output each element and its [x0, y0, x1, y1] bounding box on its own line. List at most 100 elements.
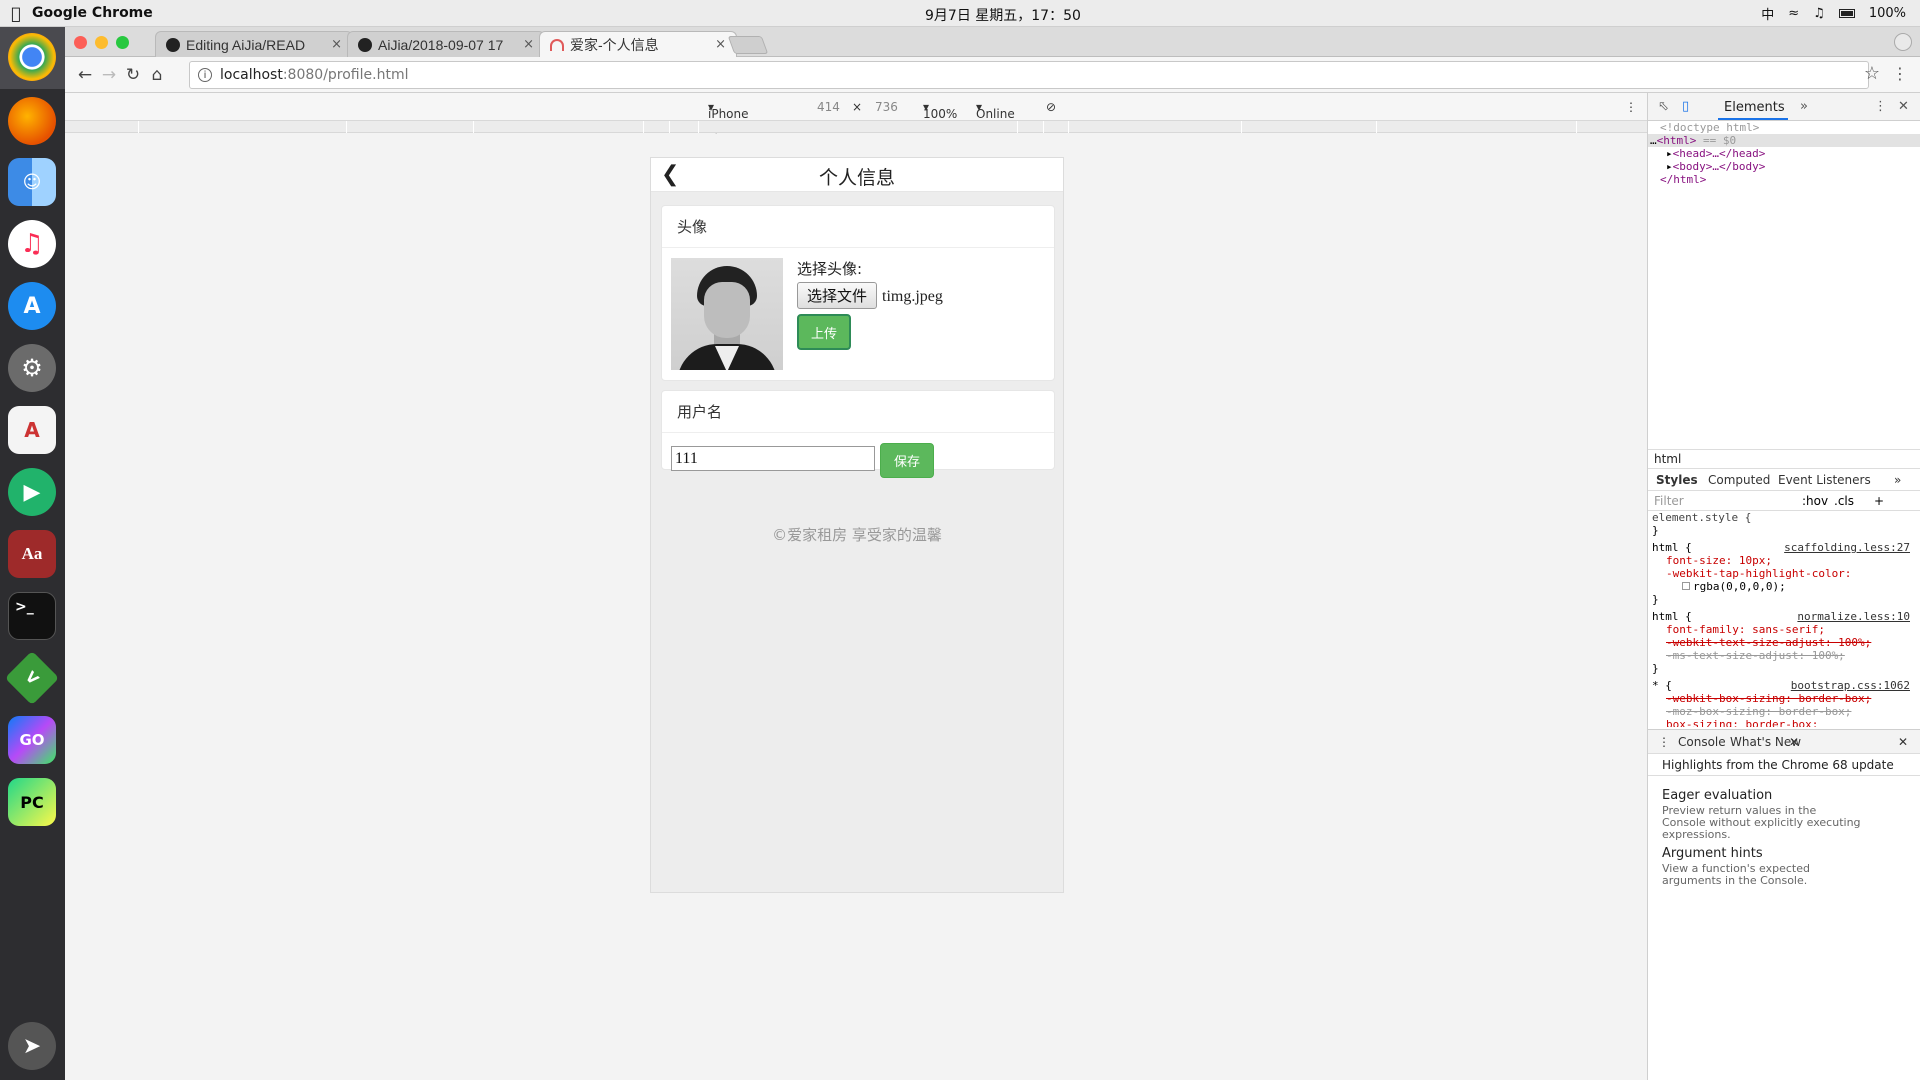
device-toggle-icon[interactable]: ▯	[1682, 99, 1689, 114]
style-prop-value[interactable]: rgba(0,0,0,0);	[1652, 580, 1910, 593]
dom-body-node[interactable]: ▸<body>…</body>	[1648, 160, 1920, 173]
rule-source-link[interactable]: bootstrap.css:1062	[1791, 679, 1910, 692]
github-icon	[358, 37, 372, 52]
tab-computed[interactable]: Computed	[1708, 473, 1770, 487]
rule-source-link[interactable]: normalize.less:10	[1797, 610, 1910, 623]
inspect-element-icon[interactable]: ⬁	[1658, 99, 1669, 114]
drawer-close-icon[interactable]: ✕	[1898, 735, 1908, 749]
device-select[interactable]: iPhone 6/7... ▾	[708, 100, 749, 135]
choose-file-button[interactable]: 选择文件	[797, 282, 877, 309]
firefox-dock-icon[interactable]	[8, 97, 56, 145]
launchpad-dock-icon[interactable]: ➤	[8, 1022, 56, 1070]
ruler-tick	[346, 121, 347, 133]
rule-html-normalize[interactable]: html {normalize.less:10	[1652, 610, 1910, 623]
menubar-clock[interactable]: 9月7日 星期五，17：50	[925, 5, 1081, 25]
style-prop[interactable]: -webkit-tap-highlight-color:	[1652, 567, 1910, 580]
avatar-card: 头像 选择头像: 选择文件 timg.jpeg 上传	[661, 205, 1055, 381]
app-store-dock-icon[interactable]: A	[8, 282, 56, 330]
dom-html-node[interactable]: …<html> == $0	[1648, 134, 1920, 147]
whats-new-close-icon[interactable]: ✕	[1789, 735, 1799, 749]
address-bar[interactable]: i localhost :8080/profile.html	[189, 61, 1869, 89]
cls-toggle[interactable]: .cls	[1834, 494, 1854, 508]
music-dock-icon[interactable]: ♫	[8, 220, 56, 268]
styles-filter-input[interactable]: Filter	[1654, 494, 1684, 508]
new-tab-button[interactable]	[727, 36, 769, 54]
element-style-rule[interactable]: element.style {	[1652, 511, 1910, 524]
rotate-icon[interactable]: ⊘	[1046, 100, 1056, 114]
back-arrow-icon[interactable]: ←	[73, 63, 97, 87]
vim-dock-icon[interactable]: V	[4, 650, 60, 706]
forward-arrow-icon[interactable]: →	[97, 63, 121, 87]
rule-source-link[interactable]: scaffolding.less:27	[1784, 541, 1910, 554]
style-prop[interactable]: font-size: 10px;	[1652, 554, 1910, 567]
input-method-indicator[interactable]: 中	[1761, 4, 1774, 23]
dictionary-dock-icon[interactable]: Aa	[8, 530, 56, 578]
tab-close-icon[interactable]: ×	[331, 37, 342, 52]
new-rule-icon[interactable]: +	[1874, 494, 1884, 508]
tab-elements[interactable]: Elements	[1724, 100, 1785, 115]
device-height[interactable]: 736	[875, 100, 898, 114]
hov-toggle[interactable]: :hov	[1802, 494, 1828, 508]
dom-doctype[interactable]: <!doctype html>	[1648, 121, 1920, 134]
tab-profile-page[interactable]: 爱家-个人信息 ×	[539, 31, 737, 57]
style-prop-overridden[interactable]: -moz-box-sizing: border-box;	[1652, 705, 1910, 718]
more-panels-icon[interactable]: »	[1800, 99, 1808, 114]
tab-styles[interactable]: Styles	[1656, 473, 1698, 487]
drawer-menu-icon[interactable]: ⋮	[1658, 735, 1670, 749]
tab-editing-readme[interactable]: Editing AiJia/READ ×	[155, 31, 353, 57]
site-info-icon[interactable]: i	[198, 68, 212, 82]
upload-button[interactable]: 上传	[797, 314, 851, 350]
tab-close-icon[interactable]: ×	[523, 37, 534, 52]
infuse-dock-icon[interactable]: ▶	[8, 468, 56, 516]
dom-html-close[interactable]: </html>	[1648, 173, 1920, 186]
home-icon[interactable]: ⌂	[145, 63, 169, 87]
dom-head-node[interactable]: ▸<head>…</head>	[1648, 147, 1920, 160]
tab-close-icon[interactable]: ×	[715, 37, 726, 52]
chrome-dock-icon[interactable]	[8, 33, 56, 81]
volume-icon[interactable]: ♫	[1813, 6, 1825, 21]
zoom-select[interactable]: 100% ▾	[923, 100, 957, 121]
textedit-dock-icon[interactable]: A	[8, 406, 56, 454]
url-path: :8080/profile.html	[282, 67, 409, 83]
system-preferences-dock-icon[interactable]: ⚙	[8, 344, 56, 392]
feature-eager-evaluation[interactable]: Eager evaluation Preview return values i…	[1662, 788, 1862, 841]
reload-icon[interactable]: ↻	[121, 63, 145, 87]
media-query-ruler[interactable]	[65, 121, 1647, 133]
aijia-favicon-icon	[550, 38, 564, 51]
window-zoom-button[interactable]	[116, 36, 129, 49]
profile-icon[interactable]	[1894, 33, 1912, 51]
terminal-dock-icon[interactable]: >_	[8, 592, 56, 640]
window-close-button[interactable]	[74, 36, 87, 49]
pycharm-dock-icon[interactable]: PC	[8, 778, 56, 826]
network-throttle-select[interactable]: Online ▾	[976, 100, 1015, 121]
device-toolbar-menu-icon[interactable]: ⋮	[1625, 100, 1637, 114]
tab-aijia-commit[interactable]: AiJia/2018-09-07 17 ×	[347, 31, 545, 57]
style-prop[interactable]: font-family: sans-serif;	[1652, 623, 1910, 636]
style-prop-overridden[interactable]: -webkit-box-sizing: border-box;	[1652, 692, 1910, 705]
battery-icon[interactable]	[1838, 9, 1855, 18]
username-input[interactable]: 111	[671, 446, 875, 471]
color-swatch-icon[interactable]	[1682, 582, 1690, 590]
device-width[interactable]: 414	[817, 100, 840, 114]
apple-icon[interactable]: 	[0, 4, 32, 23]
more-subtabs-icon[interactable]: »	[1894, 473, 1901, 487]
style-prop-overridden[interactable]: -webkit-text-size-adjust: 100%;	[1652, 636, 1910, 649]
chrome-menu-icon[interactable]: ⋮	[1892, 64, 1908, 83]
finder-dock-icon[interactable]: ☺	[8, 158, 56, 206]
tab-event-listeners[interactable]: Event Listeners	[1778, 473, 1871, 487]
bookmark-star-icon[interactable]: ☆	[1864, 63, 1880, 84]
tab-console[interactable]: Console	[1678, 735, 1726, 749]
wifi-icon[interactable]: ≈	[1788, 6, 1799, 21]
app-name[interactable]: Google Chrome	[32, 5, 153, 21]
devtools-menu-icon[interactable]: ⋮	[1874, 99, 1887, 114]
rule-universal-bootstrap[interactable]: * {bootstrap.css:1062	[1652, 679, 1910, 692]
feature-argument-hints[interactable]: Argument hints View a function's expecte…	[1662, 846, 1862, 887]
save-button[interactable]: 保存	[880, 443, 934, 478]
devtools-close-icon[interactable]: ✕	[1898, 99, 1909, 114]
style-prop[interactable]: box-sizing: border-box;	[1652, 718, 1910, 727]
window-minimize-button[interactable]	[95, 36, 108, 49]
style-prop-overridden[interactable]: -ms-text-size-adjust: 100%;	[1652, 649, 1910, 662]
rule-html-scaffolding[interactable]: html {scaffolding.less:27	[1652, 541, 1910, 554]
dom-breadcrumb[interactable]: html	[1648, 449, 1920, 469]
goland-dock-icon[interactable]: GO	[8, 716, 56, 764]
